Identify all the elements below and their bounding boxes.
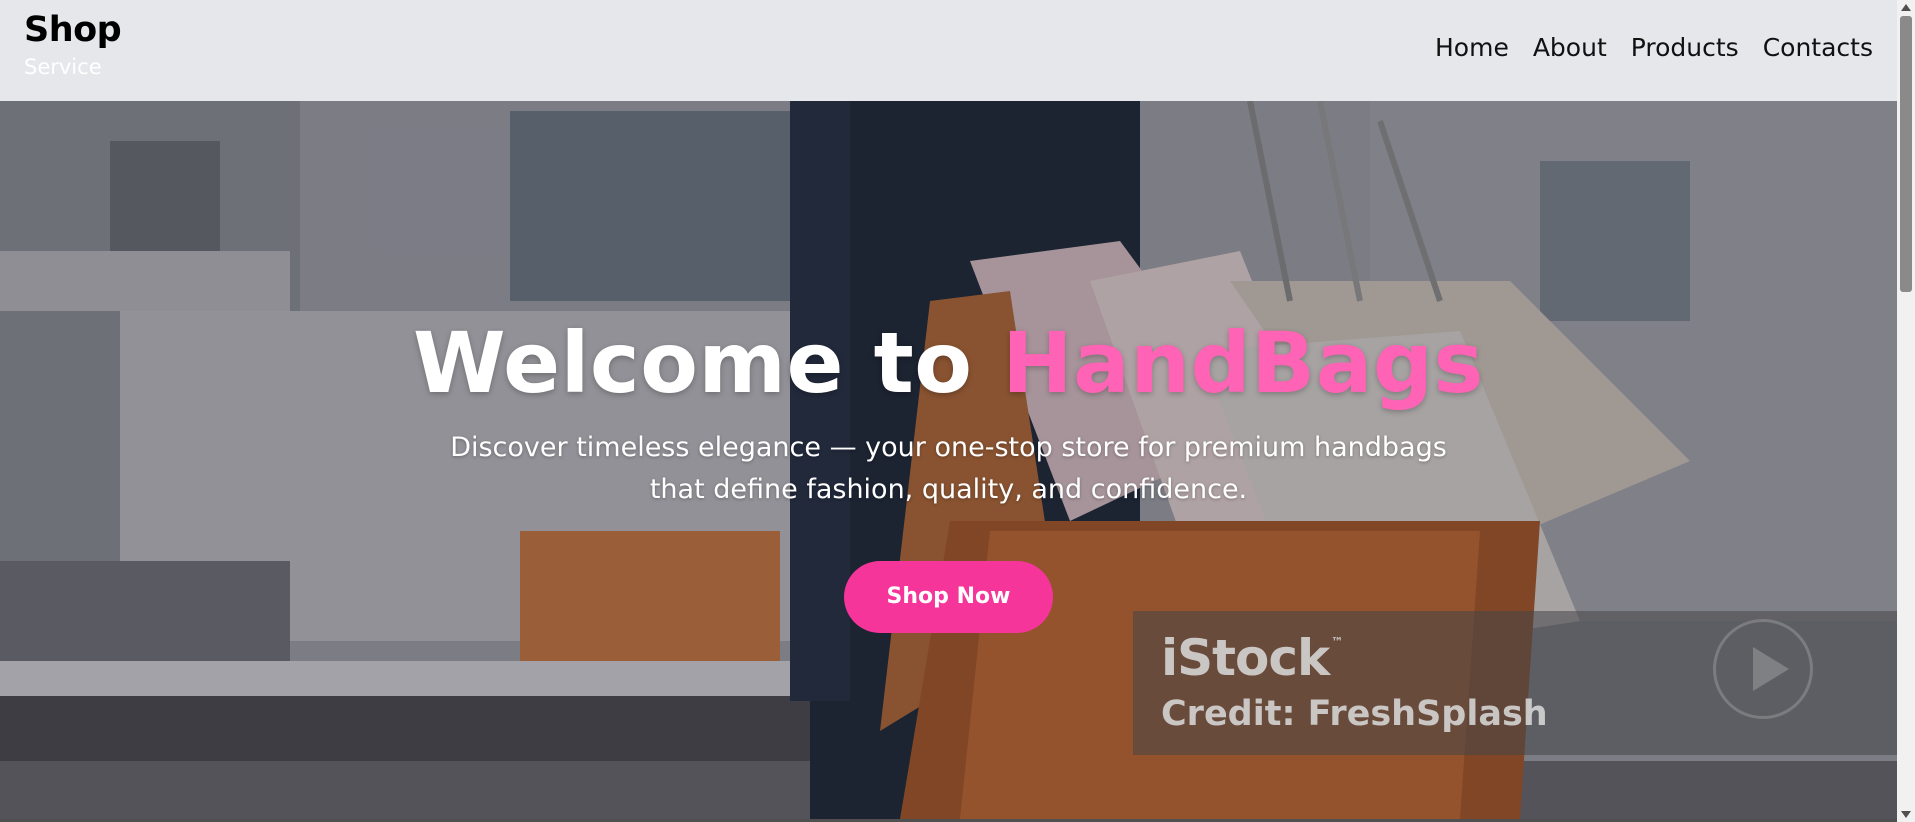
- page-scrollbar[interactable]: [1897, 0, 1915, 822]
- hero-title: Welcome to HandBags: [0, 313, 1897, 413]
- brand-subtitle: Service: [24, 55, 102, 79]
- watermark-credit: Credit: FreshSplash: [1161, 694, 1548, 734]
- main-nav: Home About Products Contacts: [1435, 32, 1873, 64]
- scroll-down-arrow-icon[interactable]: [1901, 811, 1911, 818]
- hero-title-accent: HandBags: [1002, 314, 1485, 412]
- play-icon: [1753, 647, 1789, 691]
- watermark-logo-text: iStock: [1161, 629, 1330, 687]
- nav-home-link[interactable]: Home: [1435, 32, 1509, 64]
- watermark-logo: iStock ™: [1161, 629, 1343, 687]
- nav-about-link[interactable]: About: [1533, 32, 1607, 64]
- brand[interactable]: Shop Service: [24, 10, 122, 80]
- site-header: Shop Service Home About Products Contact…: [0, 0, 1897, 101]
- hero-section: Welcome to HandBags Discover timeless el…: [0, 101, 1897, 819]
- scroll-up-arrow-icon[interactable]: [1901, 4, 1911, 11]
- shop-now-button[interactable]: Shop Now: [844, 561, 1053, 633]
- watermark-tm: ™: [1331, 635, 1343, 649]
- nav-contacts-link[interactable]: Contacts: [1763, 32, 1873, 64]
- hero-description: Discover timeless elegance — your one-st…: [450, 432, 1447, 505]
- nav-products-link[interactable]: Products: [1631, 32, 1739, 64]
- hero-content: Welcome to HandBags Discover timeless el…: [0, 313, 1897, 633]
- brand-title: Shop: [24, 10, 122, 50]
- scrollbar-thumb[interactable]: [1900, 16, 1912, 292]
- hero-title-prefix: Welcome to: [412, 314, 1003, 412]
- istock-watermark: iStock ™ Credit: FreshSplash: [1133, 611, 1897, 755]
